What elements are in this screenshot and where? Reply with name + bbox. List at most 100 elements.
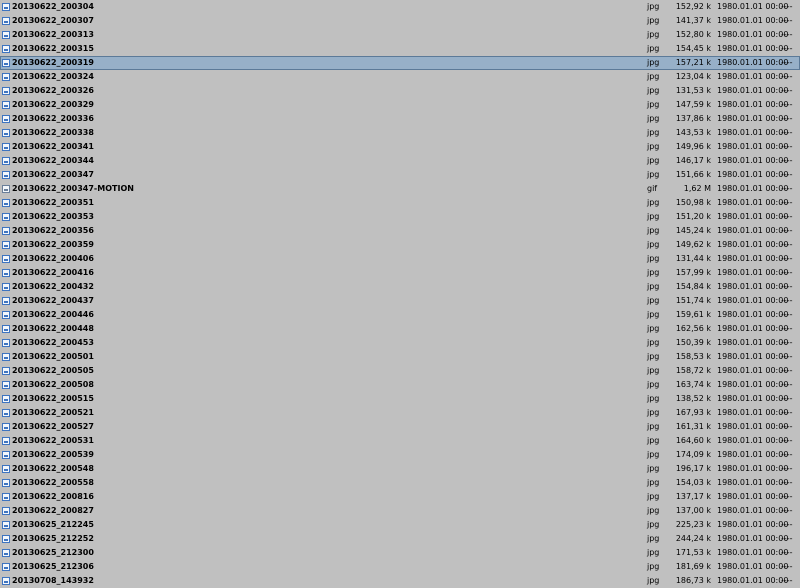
file-extension: jpg	[647, 548, 660, 557]
file-extension: jpg	[647, 408, 660, 417]
file-size: 152,92 k	[675, 2, 711, 11]
file-extension: jpg	[647, 128, 660, 137]
file-attributes: ----	[781, 394, 793, 403]
file-name: 20130622_200446	[12, 310, 94, 319]
file-row[interactable]: 20130622_200319 jpg 157,21 k 1980.01.01 00:…	[0, 56, 800, 70]
file-size: 151,20 k	[675, 212, 711, 221]
file-row[interactable]: 20130622_200437 jpg 151,74 k 1980.01.01 00:…	[0, 294, 800, 308]
file-date: 1980.01.01 00:00	[717, 44, 789, 53]
file-extension: jpg	[647, 366, 660, 375]
file-row[interactable]: 20130625_212252 jpg 244,24 k 1980.01.01 00:…	[0, 532, 800, 546]
file-row[interactable]: 20130622_200326 jpg 131,53 k 1980.01.01 00:…	[0, 84, 800, 98]
file-row[interactable]: 20130622_200539 jpg 174,09 k 1980.01.01 00:…	[0, 448, 800, 462]
file-date: 1980.01.01 00:00	[717, 436, 789, 445]
file-name: 20130622_200521	[12, 408, 94, 417]
file-row[interactable]: 20130622_200304 jpg 152,92 k 1980.01.01 00:…	[0, 0, 800, 14]
file-date: 1980.01.01 00:00	[717, 142, 789, 151]
file-attributes: ----	[781, 100, 793, 109]
file-row[interactable]: 20130622_200521 jpg 167,93 k 1980.01.01 00:…	[0, 406, 800, 420]
file-name: 20130622_200329	[12, 100, 94, 109]
file-row[interactable]: 20130622_200353 jpg 151,20 k 1980.01.01 00:…	[0, 210, 800, 224]
file-extension: jpg	[647, 464, 660, 473]
file-size: 159,61 k	[675, 310, 711, 319]
file-row[interactable]: 20130622_200827 jpg 137,00 k 1980.01.01 00:…	[0, 504, 800, 518]
file-row[interactable]: 20130622_200347-MOTION gif 1,62 M 1980.01.0…	[0, 182, 800, 196]
image-file-icon	[2, 423, 10, 431]
file-row[interactable]: 20130622_200341 jpg 149,96 k 1980.01.01 00:…	[0, 140, 800, 154]
file-row[interactable]: 20130622_200351 jpg 150,98 k 1980.01.01 00:…	[0, 196, 800, 210]
file-row[interactable]: 20130622_200448 jpg 162,56 k 1980.01.01 00:…	[0, 322, 800, 336]
file-row[interactable]: 20130622_200324 jpg 123,04 k 1980.01.01 00:…	[0, 70, 800, 84]
file-row[interactable]: 20130622_200501 jpg 158,53 k 1980.01.01 00:…	[0, 350, 800, 364]
file-size: 158,53 k	[675, 352, 711, 361]
file-name: 20130622_200353	[12, 212, 94, 221]
image-file-icon	[2, 311, 10, 319]
file-row[interactable]: 20130622_200816 jpg 137,17 k 1980.01.01 00:…	[0, 490, 800, 504]
file-name: 20130622_200515	[12, 394, 94, 403]
file-attributes: ----	[781, 114, 793, 123]
file-row[interactable]: 20130622_200446 jpg 159,61 k 1980.01.01 00:…	[0, 308, 800, 322]
file-date: 1980.01.01 00:00	[717, 184, 789, 193]
file-row[interactable]: 20130622_200338 jpg 143,53 k 1980.01.01 00:…	[0, 126, 800, 140]
file-row[interactable]: 20130622_200531 jpg 164,60 k 1980.01.01 00:…	[0, 434, 800, 448]
file-row[interactable]: 20130622_200315 jpg 154,45 k 1980.01.01 00:…	[0, 42, 800, 56]
file-row[interactable]: 20130622_200508 jpg 163,74 k 1980.01.01 00:…	[0, 378, 800, 392]
file-attributes: ----	[781, 562, 793, 571]
file-name: 20130622_200539	[12, 450, 94, 459]
file-size: 196,17 k	[675, 464, 711, 473]
file-row[interactable]: 20130622_200558 jpg 154,03 k 1980.01.01 00:…	[0, 476, 800, 490]
file-row[interactable]: 20130708_143932 jpg 186,73 k 1980.01.01 00:…	[0, 574, 800, 588]
file-date: 1980.01.01 00:00	[717, 254, 789, 263]
file-attributes: ----	[781, 534, 793, 543]
file-row[interactable]: 20130622_200344 jpg 146,17 k 1980.01.01 00:…	[0, 154, 800, 168]
file-extension: jpg	[647, 478, 660, 487]
file-extension: jpg	[647, 450, 660, 459]
file-row[interactable]: 20130625_212245 jpg 225,23 k 1980.01.01 00:…	[0, 518, 800, 532]
image-file-icon	[2, 549, 10, 557]
file-name: 20130622_200307	[12, 16, 94, 25]
file-date: 1980.01.01 00:00	[717, 72, 789, 81]
file-row[interactable]: 20130622_200359 jpg 149,62 k 1980.01.01 00:…	[0, 238, 800, 252]
file-row[interactable]: 20130622_200548 jpg 196,17 k 1980.01.01 00:…	[0, 462, 800, 476]
file-row[interactable]: 20130622_200313 jpg 152,80 k 1980.01.01 00:…	[0, 28, 800, 42]
file-row[interactable]: 20130622_200307 jpg 141,37 k 1980.01.01 00:…	[0, 14, 800, 28]
file-row[interactable]: 20130625_212306 jpg 181,69 k 1980.01.01 00:…	[0, 560, 800, 574]
file-row[interactable]: 20130622_200329 jpg 147,59 k 1980.01.01 00:…	[0, 98, 800, 112]
file-row[interactable]: 20130622_200336 jpg 137,86 k 1980.01.01 00:…	[0, 112, 800, 126]
file-size: 158,72 k	[675, 366, 711, 375]
image-file-icon	[2, 171, 10, 179]
file-extension: jpg	[647, 170, 660, 179]
file-date: 1980.01.01 00:00	[717, 16, 789, 25]
file-name: 20130622_200432	[12, 282, 94, 291]
file-extension: jpg	[647, 576, 660, 585]
file-name: 20130622_200406	[12, 254, 94, 263]
image-file-icon	[2, 339, 10, 347]
file-size: 123,04 k	[675, 72, 711, 81]
file-name: 20130622_200356	[12, 226, 94, 235]
file-row[interactable]: 20130625_212300 jpg 171,53 k 1980.01.01 00:…	[0, 546, 800, 560]
file-attributes: ----	[781, 338, 793, 347]
file-name: 20130622_200508	[12, 380, 94, 389]
file-row[interactable]: 20130622_200356 jpg 145,24 k 1980.01.01 00:…	[0, 224, 800, 238]
file-size: 131,44 k	[675, 254, 711, 263]
file-extension: jpg	[647, 254, 660, 263]
file-size: 147,59 k	[675, 100, 711, 109]
file-attributes: ----	[781, 254, 793, 263]
file-date: 1980.01.01 00:00	[717, 478, 789, 487]
file-row[interactable]: 20130622_200453 jpg 150,39 k 1980.01.01 00:…	[0, 336, 800, 350]
file-row[interactable]: 20130622_200505 jpg 158,72 k 1980.01.01 00:…	[0, 364, 800, 378]
file-row[interactable]: 20130622_200406 jpg 131,44 k 1980.01.01 00:…	[0, 252, 800, 266]
file-date: 1980.01.01 00:00	[717, 576, 789, 585]
file-row[interactable]: 20130622_200432 jpg 154,84 k 1980.01.01 00:…	[0, 280, 800, 294]
file-row[interactable]: 20130622_200416 jpg 157,99 k 1980.01.01 00:…	[0, 266, 800, 280]
file-row[interactable]: 20130622_200527 jpg 161,31 k 1980.01.01 00:…	[0, 420, 800, 434]
file-row[interactable]: 20130622_200515 jpg 138,52 k 1980.01.01 00:…	[0, 392, 800, 406]
file-attributes: ----	[781, 268, 793, 277]
file-size: 157,99 k	[675, 268, 711, 277]
image-file-icon	[2, 521, 10, 529]
file-attributes: ----	[781, 156, 793, 165]
file-row[interactable]: 20130622_200347 jpg 151,66 k 1980.01.01 00:…	[0, 168, 800, 182]
file-extension: jpg	[647, 492, 660, 501]
image-file-icon	[2, 507, 10, 515]
file-date: 1980.01.01 00:00	[717, 30, 789, 39]
